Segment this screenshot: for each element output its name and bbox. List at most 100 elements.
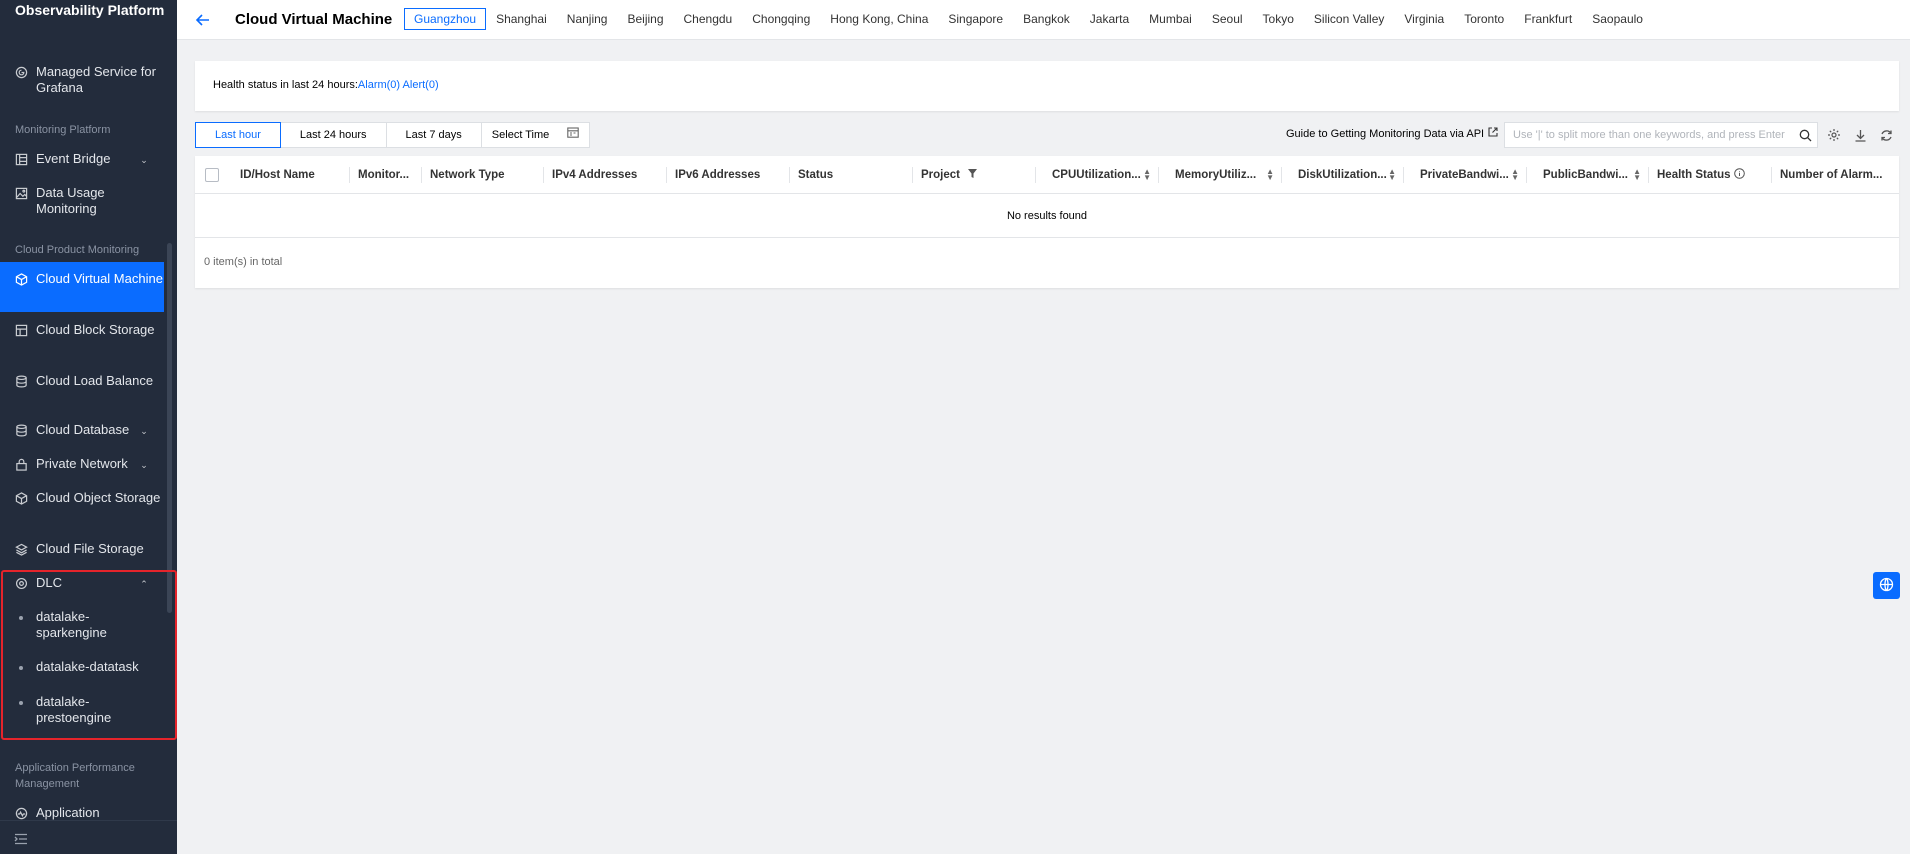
- column-divider: [789, 167, 790, 183]
- sidebar-subitem-sparkengine[interactable]: datalake-sparkengine: [0, 609, 164, 641]
- time-tab-last-24-hours[interactable]: Last 24 hours: [279, 122, 387, 148]
- region-tab[interactable]: Hong Kong, China: [820, 8, 938, 30]
- region-tab[interactable]: Nanjing: [557, 8, 618, 30]
- region-tab[interactable]: Toronto: [1454, 8, 1514, 30]
- column-header-health-status[interactable]: Health Status: [1648, 156, 1771, 194]
- column-header-ipv4[interactable]: IPv4 Addresses: [543, 156, 666, 194]
- sort-icon[interactable]: ▲ ▼: [1511, 168, 1519, 182]
- download-icon[interactable]: [1851, 126, 1869, 144]
- sidebar-item-cdb[interactable]: Cloud Database ⌄: [0, 422, 164, 439]
- chevron-down-icon: ⌄: [140, 460, 148, 470]
- column-divider: [349, 167, 350, 183]
- alarm-link[interactable]: Alarm(0): [358, 79, 400, 91]
- search-input[interactable]: [1505, 129, 1793, 141]
- region-tab[interactable]: Chongqing: [742, 8, 820, 30]
- region-tab[interactable]: Guangzhou: [404, 8, 487, 30]
- sidebar-item-application[interactable]: Application: [0, 805, 164, 821]
- region-tab[interactable]: Silicon Valley: [1304, 8, 1394, 30]
- column-label: IPv4 Addresses: [552, 169, 638, 181]
- sidebar-item-label: DLC: [36, 575, 63, 590]
- region-tab[interactable]: Virginia: [1394, 8, 1454, 30]
- region-tab[interactable]: Chengdu: [674, 8, 743, 30]
- chevron-down-icon: ⌄: [140, 155, 148, 165]
- instance-table: ID/Host Name Monitor... Network Type IPv…: [195, 156, 1899, 288]
- health-status-card: Health status in last 24 hours:Alarm(0) …: [195, 61, 1899, 111]
- column-label: IPv6 Addresses: [675, 169, 761, 181]
- region-tab[interactable]: Jakarta: [1080, 8, 1139, 30]
- sidebar-subitem-prestoengine[interactable]: datalake-prestoengine: [0, 694, 164, 726]
- column-label: Status: [798, 169, 834, 181]
- sidebar-item-label: Private Network: [36, 456, 128, 471]
- column-header-project[interactable]: Project: [912, 156, 1035, 194]
- time-tab-last-hour[interactable]: Last hour: [195, 122, 281, 148]
- region-tab[interactable]: Mumbai: [1139, 8, 1202, 30]
- column-header-cpu[interactable]: CPUUtilization... ▲ ▼: [1035, 156, 1158, 194]
- section-apm: Application Performance Management: [15, 762, 135, 790]
- info-icon[interactable]: [1733, 168, 1745, 182]
- sidebar-item-label: Event Bridge: [36, 151, 111, 166]
- column-label: Health Status: [1657, 169, 1731, 181]
- sidebar-item-private-network[interactable]: Private Network ⌄: [0, 456, 164, 473]
- region-tab[interactable]: Saopaulo: [1582, 8, 1653, 30]
- column-label: ID/Host Name: [240, 169, 315, 181]
- sort-icon[interactable]: ▲ ▼: [1266, 168, 1274, 182]
- time-tab-last-7-days[interactable]: Last 7 days: [385, 122, 482, 148]
- sidebar-item-data-usage[interactable]: Data Usage Monitoring: [0, 185, 164, 217]
- column-header-ipv6[interactable]: IPv6 Addresses: [666, 156, 789, 194]
- search-icon[interactable]: [1793, 129, 1817, 142]
- settings-gear-icon[interactable]: [1825, 126, 1843, 144]
- sidebar-item-label: Managed Service for Grafana: [36, 64, 156, 95]
- column-header-memory[interactable]: MemoryUtiliz... ▲ ▼: [1158, 156, 1281, 194]
- select-time-button[interactable]: Select Time: [480, 122, 591, 148]
- region-tab[interactable]: Shanghai: [486, 8, 557, 30]
- top-bar: Cloud Virtual Machine Guangzhou Shanghai N…: [177, 0, 1910, 40]
- sort-icon[interactable]: ▲ ▼: [1633, 168, 1641, 182]
- refresh-icon[interactable]: [1877, 126, 1895, 144]
- column-header-disk[interactable]: DiskUtilization... ▲ ▼: [1281, 156, 1403, 194]
- region-tab[interactable]: Seoul: [1202, 8, 1253, 30]
- sidebar-item-clb[interactable]: Cloud Load Balance: [0, 373, 164, 389]
- column-divider: [1648, 167, 1649, 183]
- sidebar-item-cvm[interactable]: Cloud Virtual Machine: [0, 262, 164, 312]
- database-icon: [14, 423, 28, 437]
- region-tab[interactable]: Frankfurt: [1514, 8, 1582, 30]
- column-label: DiskUtilization...: [1298, 169, 1387, 181]
- column-divider: [1403, 167, 1404, 183]
- column-header-monitor[interactable]: Monitor...: [349, 156, 421, 194]
- sidebar-item-event-bridge[interactable]: Event Bridge ⌄: [0, 151, 164, 168]
- cube-icon: [14, 272, 28, 286]
- help-float-button[interactable]: [1873, 572, 1900, 599]
- column-header-alarm-count[interactable]: Number of Alarm...: [1771, 156, 1899, 194]
- sidebar-subitem-label: datalake-sparkengine: [36, 609, 107, 640]
- back-arrow-icon[interactable]: [193, 10, 213, 30]
- sidebar-subitem-datatask[interactable]: datalake-datatask: [0, 659, 164, 675]
- region-tab[interactable]: Tokyo: [1253, 8, 1304, 30]
- region-tab[interactable]: Bangkok: [1013, 8, 1080, 30]
- filter-icon[interactable]: [968, 169, 977, 181]
- column-header-id[interactable]: ID/Host Name: [231, 156, 349, 194]
- sidebar-item-cos[interactable]: Cloud Object Storage: [0, 490, 164, 506]
- sidebar-item-grafana[interactable]: Managed Service for Grafana: [0, 64, 164, 96]
- sort-icon[interactable]: ▲ ▼: [1143, 168, 1151, 182]
- column-header-private-bandwidth[interactable]: PrivateBandwi... ▲ ▼: [1403, 156, 1526, 194]
- column-header-network-type[interactable]: Network Type: [421, 156, 543, 194]
- column-divider: [666, 167, 667, 183]
- sidebar-item-cbs[interactable]: Cloud Block Storage: [0, 322, 164, 338]
- sort-icon[interactable]: ▲ ▼: [1388, 168, 1396, 182]
- sidebar-item-dlc[interactable]: DLC ⌃: [0, 575, 164, 592]
- column-header-status[interactable]: Status: [789, 156, 912, 194]
- api-guide-link[interactable]: Guide to Getting Monitoring Data via API: [1286, 127, 1498, 140]
- health-status-prefix: Health status in last 24 hours:: [213, 79, 358, 91]
- alert-link[interactable]: Alert(0): [403, 79, 439, 91]
- sidebar-item-label: Cloud Database: [36, 422, 130, 437]
- column-header-public-bandwidth[interactable]: PublicBandwi... ▲ ▼: [1526, 156, 1648, 194]
- sidebar-item-cfs[interactable]: Cloud File Storage: [0, 541, 164, 557]
- sidebar: Observability Platform Managed Service f…: [0, 0, 177, 854]
- region-tab[interactable]: Beijing: [617, 8, 673, 30]
- total-count: 0 item(s) in total: [204, 256, 283, 268]
- select-all-checkbox[interactable]: [205, 168, 219, 182]
- chevron-down-icon: ⌄: [140, 426, 148, 436]
- sidebar-scrollbar[interactable]: [167, 243, 172, 613]
- collapse-menu-icon[interactable]: [14, 833, 28, 848]
- region-tab[interactable]: Singapore: [938, 8, 1013, 30]
